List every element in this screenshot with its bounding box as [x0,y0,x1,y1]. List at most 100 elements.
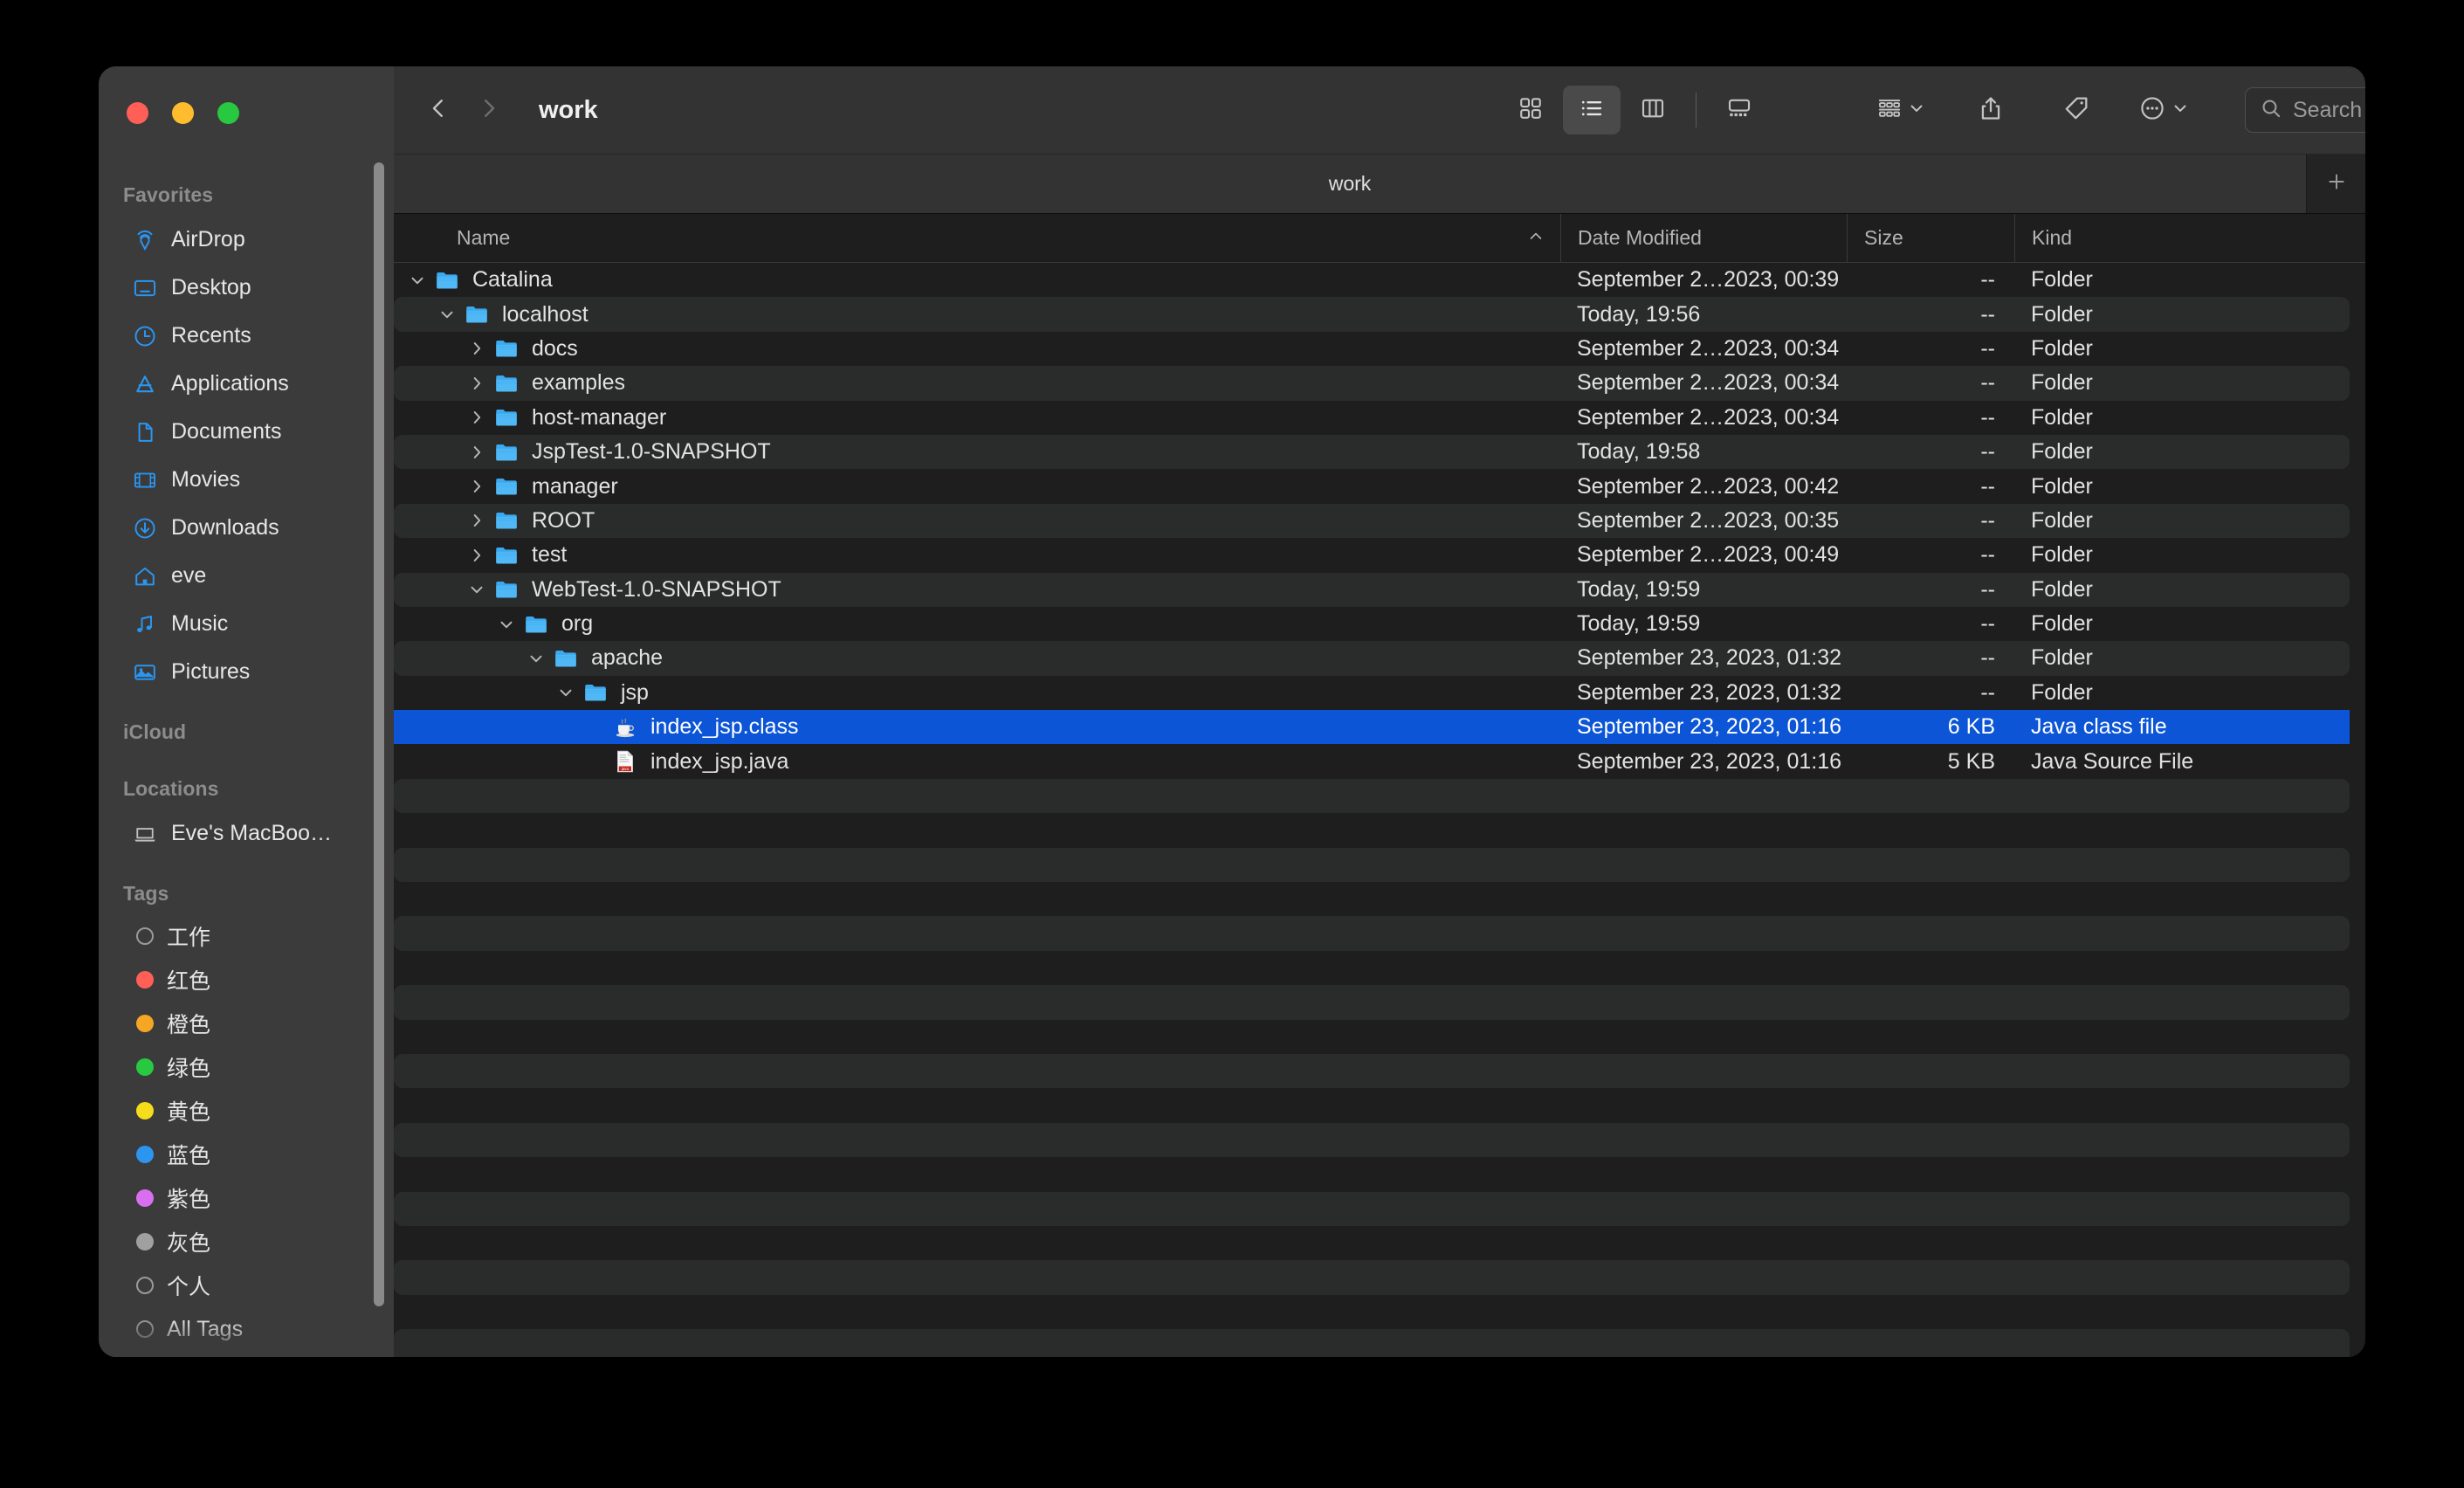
tag-button[interactable] [2048,86,2105,134]
file-row[interactable]: examples September 2…2023, 00:34 -- Folder [394,366,2365,401]
file-row[interactable]: localhost Today, 19:56 -- Folder [394,297,2365,333]
sidebar-item-label: Pictures [171,659,251,684]
sidebar-item-eves-macbook[interactable]: Eve's MacBoo… [107,809,382,858]
file-name-cell: JspTest-1.0-SNAPSHOT [394,439,1560,465]
sidebar-item-downloads[interactable]: Downloads [107,504,382,552]
laptop-icon [132,821,158,847]
column-header-name[interactable]: Name [394,214,1560,262]
new-tab-button[interactable] [2306,155,2365,213]
sidebar-tag-red[interactable]: 红色 [107,958,382,1002]
file-kind-cell: Folder [2031,404,2093,430]
tag-dot-icon [136,1015,154,1032]
disclosure-closed-icon[interactable] [465,509,488,532]
file-list[interactable]: Catalina September 2…2023, 00:39 -- Folder l… [394,263,2365,1357]
sidebar-item-label: eve [171,563,207,588]
file-row[interactable]: test September 2…2023, 00:49 -- Folder [394,538,2365,572]
file-row[interactable]: JspTest-1.0-SNAPSHOT Today, 19:58 -- Folder [394,434,2365,470]
disclosure-open-icon[interactable] [525,647,547,670]
disclosure-closed-icon[interactable] [465,337,488,360]
file-name-label: apache [591,645,664,671]
column-view-button[interactable] [1624,86,1682,134]
disclosure-open-icon[interactable] [554,681,577,704]
sidebar-item-airdrop[interactable]: AirDrop [107,216,382,264]
sidebar-item-pictures[interactable]: Pictures [107,648,382,696]
disclosure-open-icon[interactable] [465,578,488,601]
file-kind-cell: Folder [2031,439,2093,465]
share-button[interactable] [1962,86,2020,134]
column-header-date-modified[interactable]: Date Modified [1560,214,1847,262]
disclosure-closed-icon[interactable] [465,441,488,464]
sidebar-item-applications[interactable]: Applications [107,360,382,408]
file-row[interactable]: docs September 2…2023, 00:34 -- Folder [394,332,2365,366]
file-name-label: localhost [502,301,588,327]
file-size-cell: -- [1980,301,1995,327]
group-by-button[interactable] [1869,86,1932,134]
file-row[interactable]: jsp September 23, 2023, 01:32 -- Folder [394,676,2365,710]
tag-dot-icon [136,927,154,945]
file-row[interactable]: ROOT September 2…2023, 00:35 -- Folder [394,503,2365,539]
sidebar-scroll-area[interactable]: Favorites AirDrop Desktop Recents Applic… [99,145,394,1357]
sidebar-tag-gray[interactable]: 灰色 [107,1220,382,1264]
file-date-modified-cell: Today, 19:59 [1577,576,1701,602]
disclosure-open-icon[interactable] [436,303,458,326]
file-row[interactable]: org Today, 19:59 -- Folder [394,607,2365,641]
sidebar-item-movies[interactable]: Movies [107,456,382,504]
close-window-button[interactable] [127,102,148,124]
sidebar-item-documents[interactable]: Documents [107,408,382,456]
empty-list-row [394,1157,2365,1191]
sidebar-item-desktop[interactable]: Desktop [107,264,382,312]
column-header-size[interactable]: Size [1847,214,2014,262]
sidebar-item-label: 绿色 [167,1057,211,1081]
sidebar-scrollbar[interactable] [374,162,384,1306]
sidebar-item-label: 红色 [167,969,211,994]
file-row[interactable]: Catalina September 2…2023, 00:39 -- Folder [394,263,2365,297]
sidebar-tag-yellow[interactable]: 黄色 [107,1089,382,1133]
minimize-window-button[interactable] [172,102,194,124]
sidebar-tag-orange[interactable]: 橙色 [107,1002,382,1045]
sidebar-item-eve-home[interactable]: eve [107,552,382,600]
sidebar-section-icloud-header: iCloud [123,720,187,743]
file-kind-cell: Folder [2031,679,2093,705]
file-row[interactable]: apache September 23, 2023, 01:32 -- Folder [394,641,2365,677]
sidebar-tag-personal[interactable]: 个人 [107,1264,382,1307]
sidebar-item-music[interactable]: Music [107,600,382,648]
column-header-label: Kind [2032,226,2073,249]
file-name-cell: jsp [394,679,1560,706]
search-field[interactable] [2245,87,2365,133]
back-button[interactable] [413,85,464,135]
disclosure-closed-icon[interactable] [465,372,488,395]
file-row[interactable]: java index_jsp.java September 23, 2023, 01… [394,744,2365,778]
empty-list-row [394,951,2365,985]
sidebar-section-tags-header: Tags [123,882,169,905]
file-row[interactable]: manager September 2…2023, 00:42 -- Folder [394,469,2365,503]
sidebar-item-label: Eve's MacBoo… [171,821,333,845]
sidebar-item-recents[interactable]: Recents [107,312,382,360]
file-row[interactable]: host-manager September 2…2023, 00:34 -- Fol… [394,401,2365,435]
sidebar-tag-blue[interactable]: 蓝色 [107,1133,382,1176]
list-view-button[interactable] [1563,86,1621,134]
disclosure-open-icon[interactable] [495,613,518,636]
disclosure-closed-icon[interactable] [465,475,488,498]
sidebar-tag-purple[interactable]: 紫色 [107,1176,382,1220]
file-size-cell: -- [1980,611,1995,637]
gallery-icon [1726,95,1752,126]
column-header-kind[interactable]: Kind [2014,214,2365,262]
file-row[interactable]: WebTest-1.0-SNAPSHOT Today, 19:59 -- Folder [394,572,2365,608]
column-header-label: Size [1864,226,1903,249]
more-actions-button[interactable] [2131,86,2196,134]
folder-icon [553,645,579,672]
sidebar-tag-all-tags[interactable]: All Tags [107,1307,382,1351]
empty-list-row [394,1191,2365,1227]
disclosure-open-icon[interactable] [406,269,429,292]
search-input[interactable] [2293,97,2365,123]
tab-work[interactable]: work [394,155,2306,213]
sidebar-tag-green[interactable]: 绿色 [107,1045,382,1089]
gallery-view-button[interactable] [1710,86,1768,134]
forward-button[interactable] [464,85,514,135]
disclosure-closed-icon[interactable] [465,406,488,429]
icon-view-button[interactable] [1502,86,1559,134]
sidebar-tag-work[interactable]: 工作 [107,914,382,958]
maximize-window-button[interactable] [217,102,239,124]
disclosure-closed-icon[interactable] [465,544,488,567]
file-row[interactable]: index_jsp.class September 23, 2023, 01:16… [394,710,2365,745]
